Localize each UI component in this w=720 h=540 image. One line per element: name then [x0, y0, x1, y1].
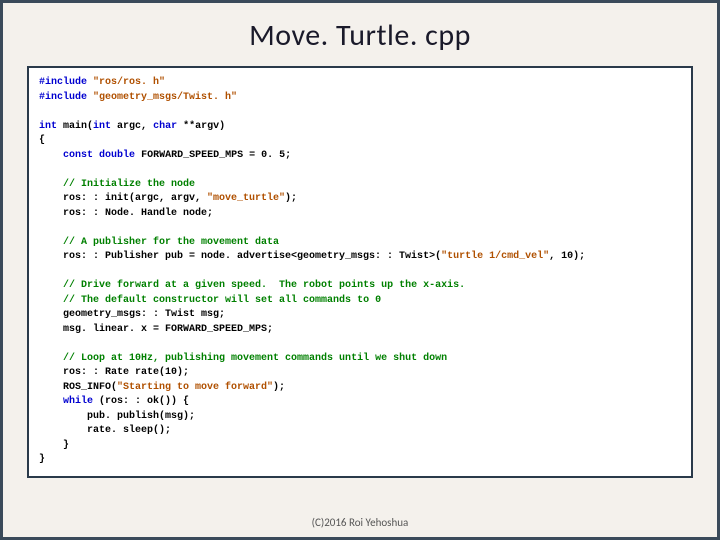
code-string: "ros/ros. h"	[93, 77, 165, 88]
code-comment: // The default constructor will set all …	[63, 295, 381, 306]
code-text: ros: : Rate rate(10);	[39, 367, 189, 378]
footer-copyright: (C)2016 Roi Yehoshua	[3, 516, 717, 529]
code-text	[39, 237, 63, 248]
code-text: ros: : init(argc, argv,	[39, 193, 207, 204]
code-text	[39, 150, 63, 161]
code-text: }	[39, 454, 45, 465]
code-text: ROS_INFO(	[39, 382, 117, 393]
code-string: "move_turtle"	[207, 193, 285, 204]
code-text	[39, 396, 63, 407]
code-text	[39, 295, 63, 306]
code-text: , 10);	[549, 251, 585, 262]
code-keyword: double	[99, 150, 135, 161]
code-text: **argv)	[177, 121, 225, 132]
code-text: FORWARD_SPEED_MPS = 0. 5;	[135, 150, 291, 161]
code-keyword: while	[63, 396, 93, 407]
code-text	[39, 353, 63, 364]
code-text: {	[39, 135, 45, 146]
code-text: }	[39, 440, 69, 451]
code-text: );	[285, 193, 297, 204]
code-text	[39, 179, 63, 190]
slide-title: Move. Turtle. cpp	[3, 3, 717, 66]
code-keyword: #include	[39, 77, 87, 88]
code-comment: // Loop at 10Hz, publishing movement com…	[63, 353, 447, 364]
code-text: msg. linear. x = FORWARD_SPEED_MPS;	[39, 324, 273, 335]
code-keyword: int	[39, 121, 57, 132]
code-text: main(	[57, 121, 93, 132]
code-text: );	[273, 382, 285, 393]
code-keyword: #include	[39, 92, 87, 103]
code-comment: // A publisher for the movement data	[63, 237, 279, 248]
code-text: pub. publish(msg);	[39, 411, 195, 422]
code-keyword: char	[153, 121, 177, 132]
code-string: "Starting to move forward"	[117, 382, 273, 393]
code-text: (ros: : ok()) {	[93, 396, 189, 407]
code-block: #include "ros/ros. h" #include "geometry…	[27, 66, 693, 478]
code-text: rate. sleep();	[39, 425, 171, 436]
code-string: "turtle 1/cmd_vel"	[441, 251, 549, 262]
code-comment: // Initialize the node	[63, 179, 195, 190]
code-keyword: const	[63, 150, 93, 161]
code-text	[39, 280, 63, 291]
code-text: geometry_msgs: : Twist msg;	[39, 309, 225, 320]
code-text: ros: : Node. Handle node;	[39, 208, 213, 219]
code-text: ros: : Publisher pub = node. advertise<g…	[39, 251, 441, 262]
code-comment: // Drive forward at a given speed. The r…	[63, 280, 465, 291]
code-keyword: int	[93, 121, 111, 132]
code-text: argc,	[111, 121, 153, 132]
code-string: "geometry_msgs/Twist. h"	[93, 92, 237, 103]
